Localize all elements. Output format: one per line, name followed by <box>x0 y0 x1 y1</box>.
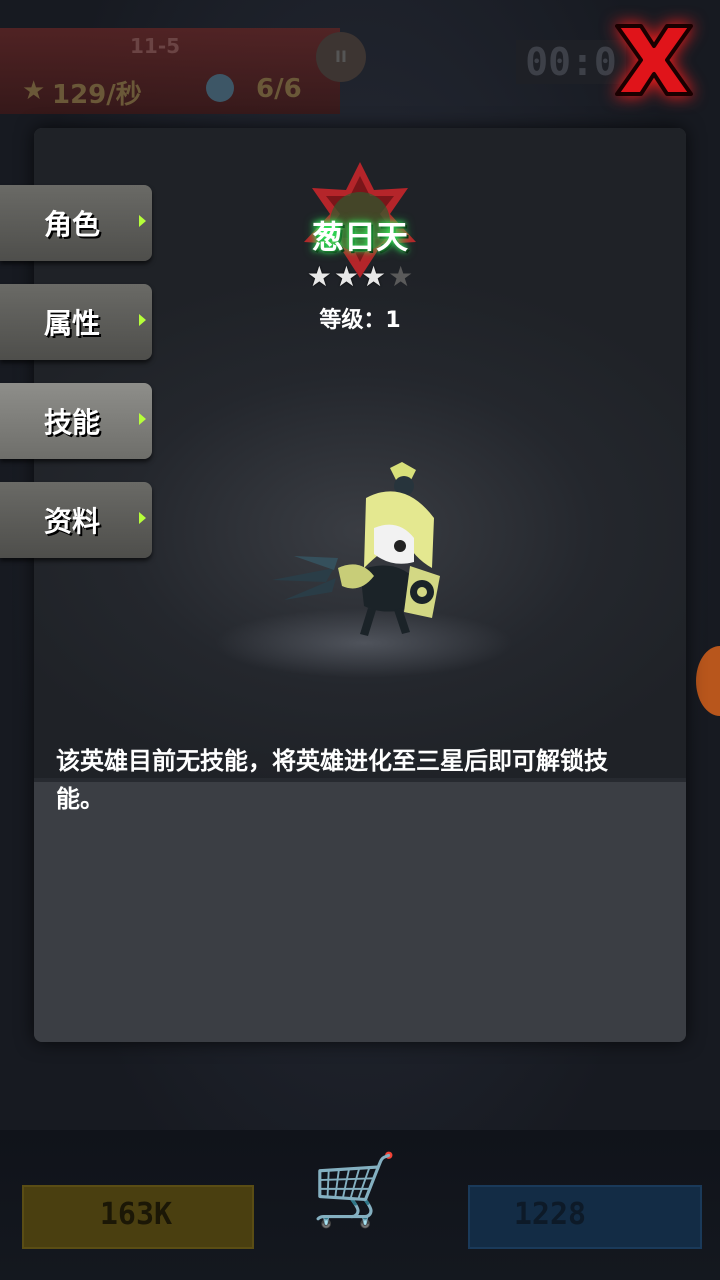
hero-character-image <box>272 462 440 636</box>
star-icon: ★ <box>22 76 46 106</box>
hero-name: 葱日天 <box>311 218 408 256</box>
tab-skills-label: 技能 <box>44 406 101 439</box>
stage-label: 11-5 <box>130 34 181 58</box>
close-icon <box>615 24 693 96</box>
chevron-right-icon <box>139 512 146 524</box>
star-filled-icon: ★ <box>333 260 359 293</box>
gem-value: 1228 <box>513 1197 587 1232</box>
star-empty-icon: ★ <box>388 260 414 293</box>
score-rate: 129/秒 <box>52 80 142 110</box>
tab-profile-label: 资料 <box>44 505 101 538</box>
gold-value: 163K <box>99 1197 173 1232</box>
star-filled-icon: ★ <box>306 260 332 293</box>
star-filled-icon: ★ <box>361 260 387 293</box>
chevron-right-icon <box>139 314 146 326</box>
tab-profile[interactable]: 资料 <box>0 482 152 558</box>
skill-description-area <box>34 782 686 1042</box>
hero-star-rating: ★ ★ ★ ★ <box>304 262 416 292</box>
tab-attributes[interactable]: 属性 <box>0 284 152 360</box>
skill-description-text: 该英雄目前无技能，将英雄进化至三星后即可解锁技能。 <box>56 747 608 813</box>
chevron-right-icon <box>139 215 146 227</box>
tab-character[interactable]: 角色 <box>0 185 152 261</box>
tab-attributes-label: 属性 <box>44 307 101 340</box>
tab-character-label: 角色 <box>44 208 101 241</box>
hero-level: 等级：1 <box>319 308 401 333</box>
pause-icon: II <box>316 32 366 82</box>
shop-cart-icon: 🛒 <box>311 1149 399 1231</box>
chevron-right-icon <box>139 413 146 425</box>
team-count: 6/6 <box>256 74 302 104</box>
team-icon <box>206 74 234 102</box>
close-button[interactable] <box>606 14 702 106</box>
tab-skills[interactable]: 技能 <box>0 383 152 459</box>
